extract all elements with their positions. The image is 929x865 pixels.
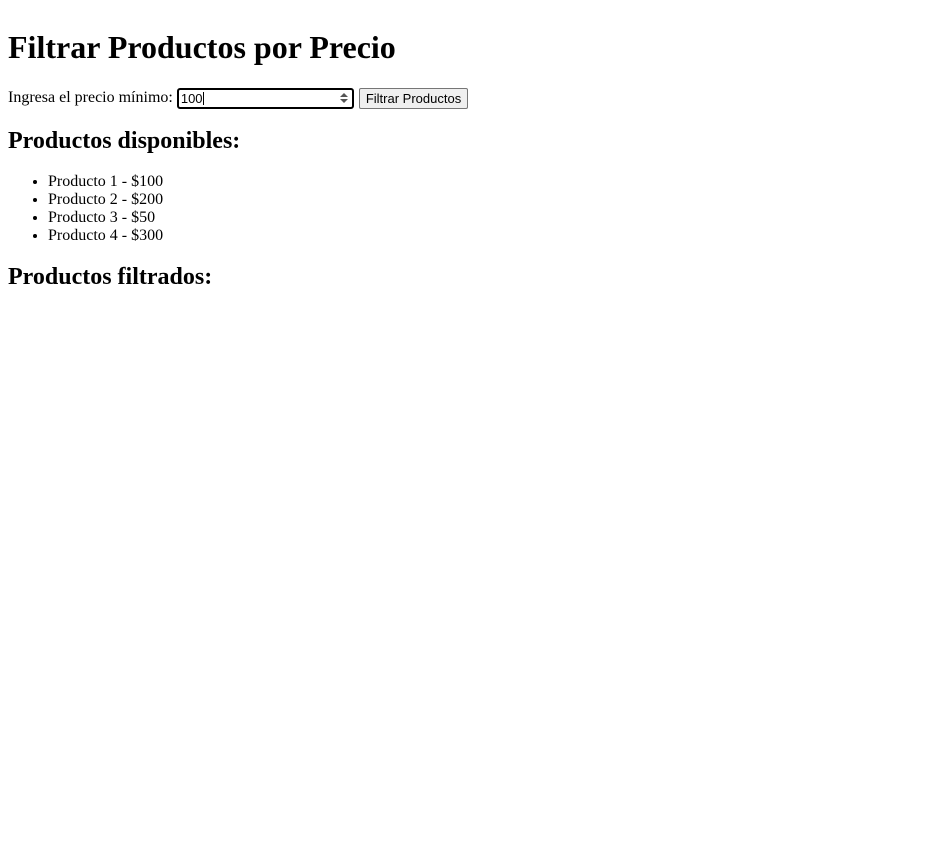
page: Filtrar Productos por Precio Ingresa el … [0,0,929,317]
min-price-input[interactable]: 100 [176,87,354,109]
filter-row: Ingresa el precio mínimo: 100 Filtrar Pr… [8,87,921,109]
number-spinner[interactable] [339,92,349,105]
list-item: Producto 2 - $200 [48,191,921,209]
min-price-value-wrap: 100 [181,90,204,107]
list-item: Producto 3 - $50 [48,209,921,227]
spinner-down-icon[interactable] [339,99,348,103]
min-price-value: 100 [180,90,203,106]
list-item: Producto 1 - $100 [48,173,921,191]
available-products-list: Producto 1 - $100 Producto 2 - $200 Prod… [8,173,921,245]
text-caret [202,91,204,105]
list-item: Producto 4 - $300 [48,227,921,245]
filter-products-button[interactable]: Filtrar Productos [358,87,469,109]
page-title: Filtrar Productos por Precio [8,29,396,65]
spinner-up-icon[interactable] [339,93,348,97]
min-price-label: Ingresa el precio mínimo: [8,89,173,106]
available-products-heading: Productos disponibles: [8,128,241,154]
filtered-products-heading: Productos filtrados: [8,264,213,290]
